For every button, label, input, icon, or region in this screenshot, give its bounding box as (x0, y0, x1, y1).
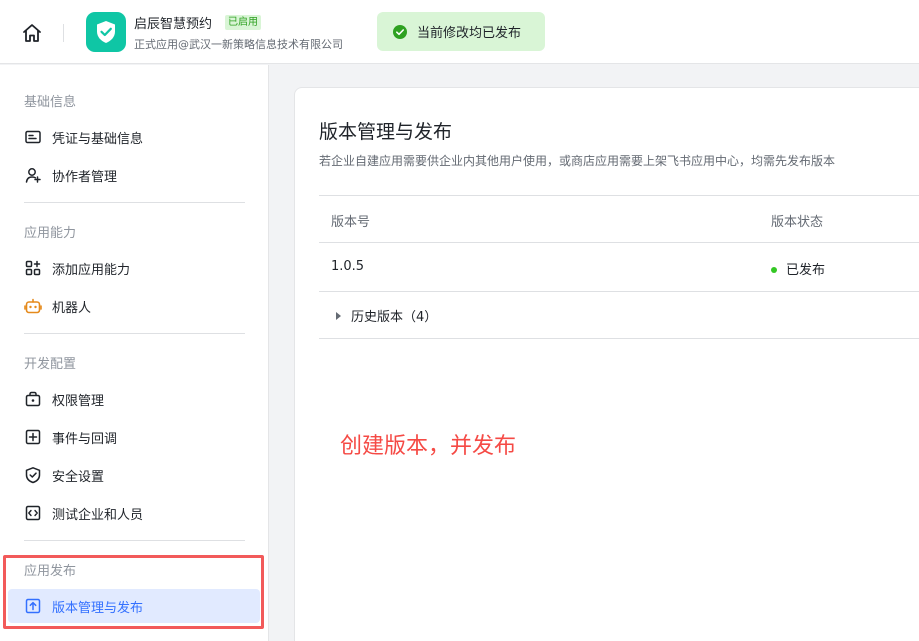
column-header-status: 版本状态 (771, 215, 824, 230)
sidebar-item-label: 权限管理 (52, 393, 105, 409)
app-subtitle: 正式应用@武汉一新策略信息技术有限公司 (134, 38, 343, 51)
publish-status-toast: 当前修改均已发布 (377, 12, 545, 51)
annotation-text: 创建版本，并发布 (340, 434, 517, 459)
sidebar-item-bot[interactable]: 机器人 (8, 289, 260, 323)
app-status-badge: 已启用 (225, 15, 261, 30)
code-icon (24, 504, 42, 522)
toast-text: 当前修改均已发布 (417, 26, 522, 41)
status-text: 已发布 (786, 263, 826, 278)
sidebar-item-events[interactable]: 事件与回调 (8, 420, 260, 454)
shield-check-icon (97, 21, 115, 43)
section-title-publish: 应用发布 (24, 564, 77, 579)
home-icon[interactable] (18, 20, 46, 46)
sidebar-item-label: 凭证与基础信息 (52, 131, 144, 147)
table-bottom-border (319, 338, 919, 339)
history-versions-label: 历史版本（4） (351, 310, 438, 325)
sidebar-item-label: 版本管理与发布 (52, 600, 144, 616)
sidebar-item-label: 安全设置 (52, 469, 105, 485)
sidebar-item-credentials[interactable]: 凭证与基础信息 (8, 120, 260, 154)
sidebar-item-label: 协作者管理 (52, 169, 118, 185)
event-icon (24, 428, 42, 446)
sidebar-divider (24, 540, 245, 541)
page-title: 版本管理与发布 (319, 121, 453, 143)
version-number-cell: 1.0.5 (331, 259, 365, 274)
sidebar-item-add-capability[interactable]: 添加应用能力 (8, 251, 260, 285)
sidebar-item-security[interactable]: 安全设置 (8, 458, 260, 492)
table-top-border (319, 195, 919, 196)
sidebar-item-permissions[interactable]: 权限管理 (8, 382, 260, 416)
user-add-icon (24, 166, 42, 184)
upload-icon (24, 597, 42, 615)
page-description: 若企业自建应用需要供企业内其他用户使用，或商店应用需要上架飞书应用中心，均需先发… (319, 154, 836, 168)
section-title-capabilities: 应用能力 (24, 226, 77, 241)
table-header-border (319, 242, 919, 243)
app-name: 启辰智慧预约 (134, 17, 213, 32)
sidebar-item-label: 测试企业和人员 (52, 507, 144, 523)
credential-icon (24, 128, 42, 146)
sidebar-divider (24, 333, 245, 334)
sidebar-item-test-users[interactable]: 测试企业和人员 (8, 496, 260, 530)
section-title-dev-config: 开发配置 (24, 357, 77, 372)
top-header: 启辰智慧预约 已启用 正式应用@武汉一新策略信息技术有限公司 当前修改均已发布 (0, 0, 919, 64)
sidebar-item-collaborators[interactable]: 协作者管理 (8, 158, 260, 192)
sidebar-item-label: 机器人 (52, 300, 92, 316)
status-dot (771, 266, 777, 273)
expand-triangle-icon (336, 311, 341, 320)
check-circle-icon (393, 24, 407, 39)
content-card (294, 87, 919, 641)
robot-icon (24, 297, 42, 315)
version-status-cell: 已发布 (771, 259, 825, 278)
table-row-border (319, 291, 919, 292)
grid-add-icon (24, 259, 42, 277)
app-logo (86, 12, 126, 52)
column-header-version: 版本号 (331, 215, 371, 230)
sidebar-item-version-publish[interactable]: 版本管理与发布 (8, 589, 260, 623)
section-title-basic: 基础信息 (24, 95, 77, 110)
sidebar-item-label: 添加应用能力 (52, 262, 131, 278)
shield-icon (24, 466, 42, 484)
sidebar-item-label: 事件与回调 (52, 431, 118, 447)
sidebar-divider (24, 202, 245, 203)
permission-icon (24, 390, 42, 408)
history-versions-toggle[interactable]: 历史版本（4） (336, 306, 437, 325)
header-divider (63, 24, 64, 42)
